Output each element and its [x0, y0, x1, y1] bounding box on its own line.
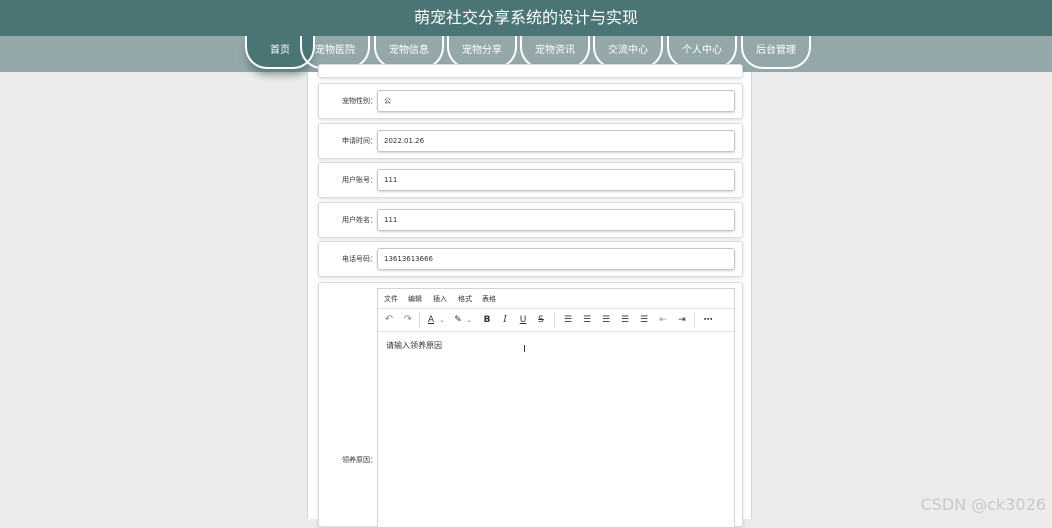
- form-panel: 宠物性别： 公 申请时间： 2022.01.26 用户账号： 111 用户姓名：…: [307, 64, 752, 528]
- form-row-pet-gender: 宠物性别： 公: [318, 83, 743, 119]
- phone-field[interactable]: 13613613666: [377, 248, 735, 270]
- bold-icon[interactable]: B: [481, 313, 493, 327]
- align-left-icon[interactable]: ☰: [581, 313, 593, 327]
- apply-time-label: 申请时间：: [342, 137, 377, 145]
- adoption-reason-label: 领养原因：: [342, 456, 377, 464]
- form-row-apply-time: 申请时间： 2022.01.26: [318, 123, 743, 159]
- menu-edit[interactable]: 编辑: [408, 294, 422, 304]
- editor-menubar: 文件 编辑 插入 格式 表格: [378, 289, 734, 309]
- user-name-label: 用户姓名：: [342, 216, 377, 224]
- outdent-icon[interactable]: ⇤: [657, 313, 669, 327]
- indent-icon[interactable]: ⇥: [676, 313, 688, 327]
- chevron-down-icon[interactable]: ⌄: [465, 313, 473, 327]
- editor-toolbar: ↶ ↷ A ⌄ ✎ ⌄ B I U S ☰ ☰ ☰ ☰ ☰ ⇤ ⇥ ⋯: [378, 309, 734, 332]
- user-account-label: 用户账号：: [342, 176, 377, 184]
- text-cursor-icon: I: [523, 344, 526, 355]
- highlight-icon[interactable]: ✎: [452, 313, 464, 327]
- chevron-down-icon[interactable]: ⌄: [438, 313, 446, 327]
- align-justify-icon[interactable]: ☰: [638, 313, 650, 327]
- app-header: 萌宠社交分享系统的设计与实现: [0, 0, 1052, 36]
- bullet-list-icon[interactable]: ☰: [562, 313, 574, 327]
- menu-table[interactable]: 表格: [482, 294, 496, 304]
- toolbar-separator: [419, 312, 420, 328]
- page-title: 萌宠社交分享系统的设计与实现: [413, 8, 638, 27]
- watermark: CSDN @ck3026: [920, 495, 1046, 514]
- underline-icon[interactable]: U: [517, 313, 529, 327]
- menu-insert[interactable]: 插入: [433, 294, 447, 304]
- redo-icon[interactable]: ↷: [402, 313, 414, 327]
- adoption-reason-textarea[interactable]: 请输入领养原因: [386, 340, 442, 351]
- toolbar-separator: [694, 312, 695, 328]
- apply-time-field[interactable]: 2022.01.26: [377, 130, 735, 152]
- form-row-user-account: 用户账号： 111: [318, 162, 743, 198]
- align-right-icon[interactable]: ☰: [619, 313, 631, 327]
- pet-gender-label: 宠物性别：: [342, 97, 377, 105]
- user-account-field[interactable]: 111: [377, 169, 735, 191]
- pet-gender-field[interactable]: 公: [377, 90, 735, 112]
- toolbar-separator: [554, 312, 555, 328]
- rich-text-editor: 文件 编辑 插入 格式 表格 ↶ ↷ A ⌄ ✎ ⌄ B I U S ☰ ☰ ☰…: [377, 288, 735, 528]
- more-icon[interactable]: ⋯: [701, 313, 715, 327]
- form-row-partial: [318, 64, 743, 78]
- nav-item-admin[interactable]: 后台管理: [741, 36, 811, 69]
- user-name-field[interactable]: 111: [377, 209, 735, 231]
- font-color-icon[interactable]: A: [425, 313, 437, 327]
- form-row-adoption-reason: 领养原因： 文件 编辑 插入 格式 表格 ↶ ↷ A ⌄ ✎ ⌄ B I U S: [318, 282, 743, 528]
- italic-icon[interactable]: I: [499, 313, 511, 327]
- form-row-phone: 电话号码： 13613613666: [318, 241, 743, 277]
- form-row-user-name: 用户姓名： 111: [318, 202, 743, 238]
- undo-icon[interactable]: ↶: [383, 313, 395, 327]
- phone-label: 电话号码：: [342, 255, 377, 263]
- menu-file[interactable]: 文件: [384, 294, 398, 304]
- menu-format[interactable]: 格式: [458, 294, 472, 304]
- strikethrough-icon[interactable]: S: [535, 313, 547, 327]
- align-center-icon[interactable]: ☰: [600, 313, 612, 327]
